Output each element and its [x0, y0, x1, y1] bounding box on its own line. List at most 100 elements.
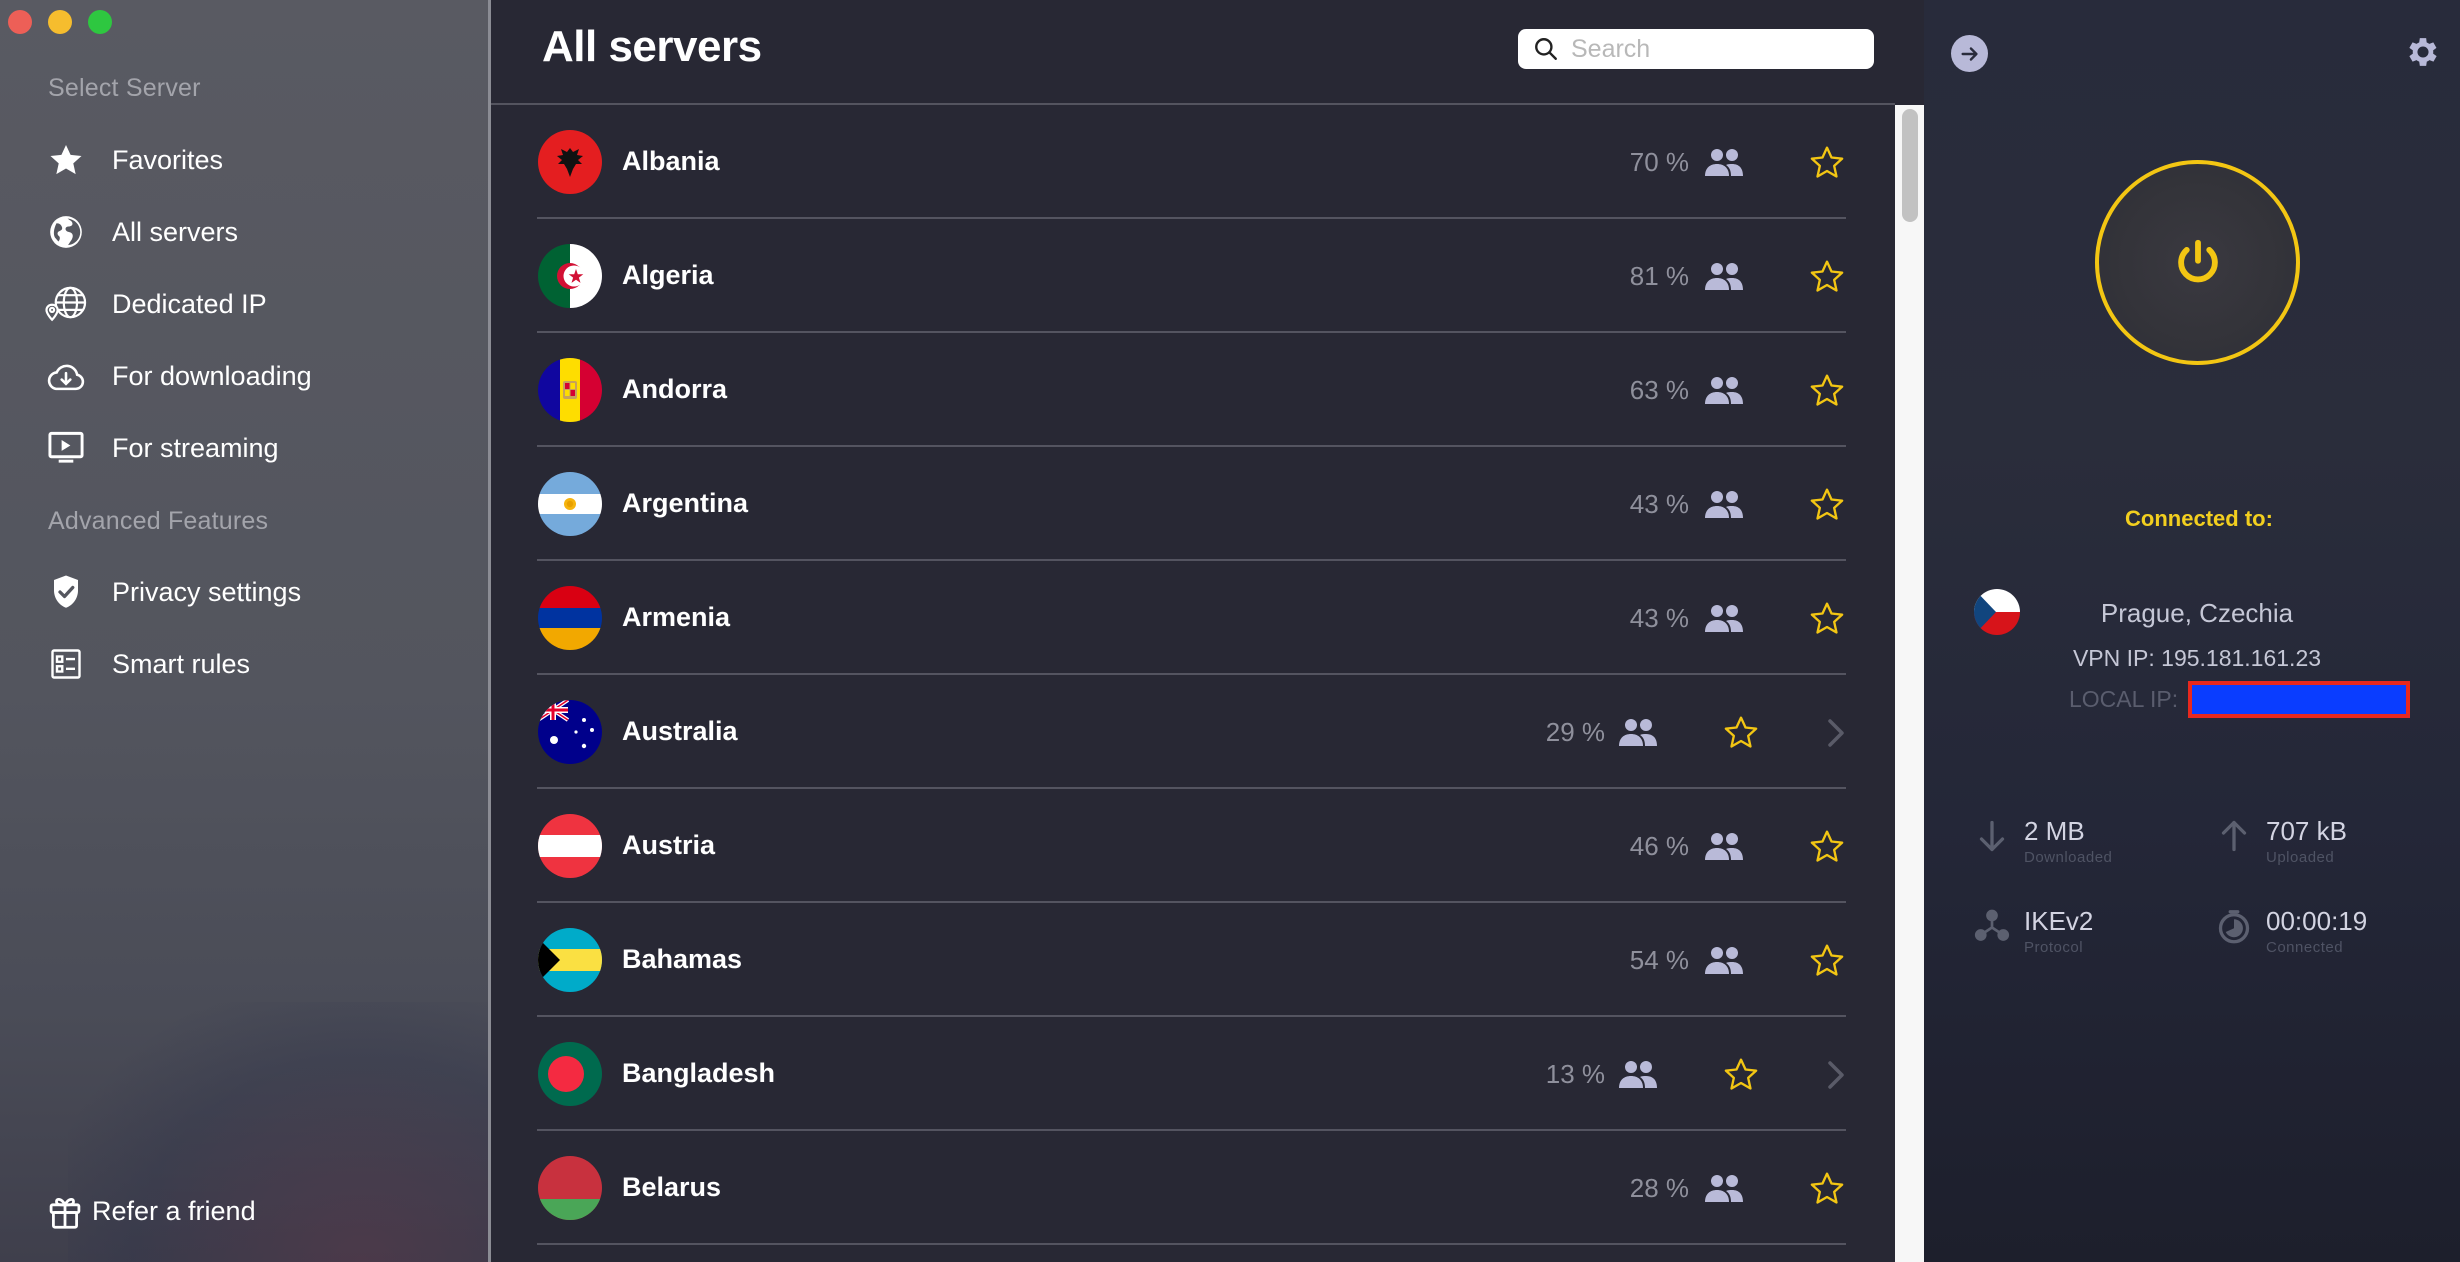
favorite-star-button[interactable] [1721, 1055, 1761, 1095]
stopwatch-icon [2218, 910, 2250, 944]
search-box[interactable] [1518, 29, 1874, 69]
country-name: Bangladesh [622, 1058, 776, 1088]
server-load: 13 % [1545, 1059, 1605, 1089]
globe-icon [44, 210, 88, 254]
country-name: Bahamas [622, 944, 743, 974]
page-title: All servers [542, 22, 762, 71]
server-row[interactable]: Belarus 28 % [491, 1131, 1895, 1245]
sidebar-item-favorites[interactable]: Favorites [44, 134, 464, 186]
server-row[interactable]: Albania 70 % [491, 105, 1895, 219]
favorite-star-button[interactable] [1807, 371, 1847, 411]
cloud-download-icon [44, 354, 88, 398]
downloaded-caption: Downloaded [2024, 849, 2113, 866]
select-server-heading: Select Server [48, 74, 201, 102]
local-ip-label: LOCAL IP: [2069, 686, 2179, 712]
favorite-star-button[interactable] [1807, 257, 1847, 297]
favorite-star-button[interactable] [1807, 599, 1847, 639]
server-load: 70 % [1629, 147, 1689, 177]
sidebar-item-privacy-settings[interactable]: Privacy settings [44, 566, 464, 618]
sidebar-item-for-streaming[interactable]: For streaming [44, 422, 464, 474]
sidebar-item-for-downloading[interactable]: For downloading [44, 350, 464, 402]
users-icon [1704, 148, 1744, 176]
favorite-star-button[interactable] [1807, 143, 1847, 183]
refer-a-friend-link[interactable]: Refer a friend [48, 1188, 256, 1234]
users-icon [1704, 262, 1744, 290]
server-row[interactable]: Bangladesh 13 % [491, 1017, 1895, 1131]
scrollbar[interactable] [1895, 105, 1924, 1262]
uploaded-caption: Uploaded [2266, 849, 2335, 866]
window-close-button[interactable] [8, 10, 32, 34]
connected-time-caption: Connected [2266, 939, 2344, 956]
power-icon [2177, 239, 2218, 282]
country-flag [538, 586, 602, 650]
favorite-star-button[interactable] [1721, 713, 1761, 753]
server-row[interactable]: Andorra 63 % [491, 333, 1895, 447]
shield-check-icon [44, 570, 88, 614]
server-load: 81 % [1629, 261, 1689, 291]
sidebar-item-label: For downloading [112, 360, 312, 391]
local-ip-redaction [2188, 681, 2410, 718]
favorite-star-button[interactable] [1807, 1169, 1847, 1209]
sidebar-item-label: Favorites [112, 144, 224, 175]
rules-list-icon [44, 642, 88, 686]
sidebar-item-label: Privacy settings [112, 576, 302, 607]
server-row[interactable]: Armenia 43 % [491, 561, 1895, 675]
server-load: 29 % [1545, 717, 1605, 747]
protocol-caption: Protocol [2024, 939, 2084, 956]
sidebar-item-label: Smart rules [112, 648, 251, 679]
chevron-right-icon[interactable] [1825, 1059, 1847, 1091]
window-maximize-button[interactable] [88, 10, 112, 34]
server-row[interactable]: Algeria 81 % [491, 219, 1895, 333]
gear-icon [2409, 38, 2437, 66]
country-name: Belarus [622, 1172, 722, 1202]
chevron-right-icon[interactable] [1825, 717, 1847, 749]
country-flag [538, 700, 602, 764]
server-load: 28 % [1629, 1173, 1689, 1203]
server-row[interactable]: Argentina 43 % [491, 447, 1895, 561]
users-icon [1704, 604, 1744, 632]
favorite-star-button[interactable] [1807, 827, 1847, 867]
connect-toggle-button[interactable] [2095, 160, 2300, 365]
window-minimize-button[interactable] [48, 10, 72, 34]
users-icon [1704, 1174, 1744, 1202]
server-row[interactable]: Australia 29 % [491, 675, 1895, 789]
arrow-up-icon [2221, 820, 2247, 852]
country-name: Australia [622, 716, 738, 746]
sidebar-item-dedicated-ip[interactable]: Dedicated IP [44, 278, 464, 330]
stat-connected-time: 00:00:19 Connected [2216, 906, 2436, 966]
stat-protocol: IKEv2 Protocol [1974, 906, 2194, 966]
favorite-star-button[interactable] [1807, 485, 1847, 525]
uploaded-value: 707 kB [2266, 816, 2347, 846]
connected-location: Prague, Czechia [2100, 598, 2294, 628]
sidebar-item-smart-rules[interactable]: Smart rules [44, 638, 464, 690]
downloaded-value: 2 MB [2024, 816, 2085, 846]
favorite-star-button[interactable] [1807, 941, 1847, 981]
protocol-nodes-icon [1974, 909, 2010, 941]
server-load: 46 % [1629, 831, 1689, 861]
row-divider [537, 1243, 1846, 1245]
users-icon [1618, 1060, 1658, 1088]
arrow-right-icon [1960, 46, 1978, 61]
server-row[interactable]: Bahamas 54 % [491, 903, 1895, 1017]
sidebar-item-all-servers[interactable]: All servers [44, 206, 464, 258]
dedicated-ip-globe-icon [44, 282, 88, 326]
server-list: Albania 70 % Algeria 81 % Andorra 63 % Argenti… [491, 105, 1895, 1245]
collapse-panel-button[interactable] [1951, 35, 1988, 72]
vpn-ip: VPN IP: 195.181.161.23 [2072, 645, 2322, 671]
server-load: 43 % [1629, 489, 1689, 519]
connection-panel: Connected to: Prague, Czechia VPN IP: 19… [1924, 0, 2460, 1262]
server-load: 54 % [1629, 945, 1689, 975]
country-flag [538, 928, 602, 992]
users-icon [1704, 490, 1744, 518]
country-name: Argentina [622, 488, 749, 518]
sidebar-item-label: For streaming [112, 432, 279, 463]
advanced-features-heading: Advanced Features [48, 507, 269, 535]
users-icon [1704, 946, 1744, 974]
country-flag [538, 472, 602, 536]
server-row[interactable]: Austria 46 % [491, 789, 1895, 903]
users-icon [1618, 718, 1658, 746]
settings-button[interactable] [2404, 33, 2442, 71]
scrollbar-thumb[interactable] [1902, 109, 1918, 222]
gift-icon [48, 1192, 82, 1230]
search-input[interactable] [1571, 34, 1861, 64]
